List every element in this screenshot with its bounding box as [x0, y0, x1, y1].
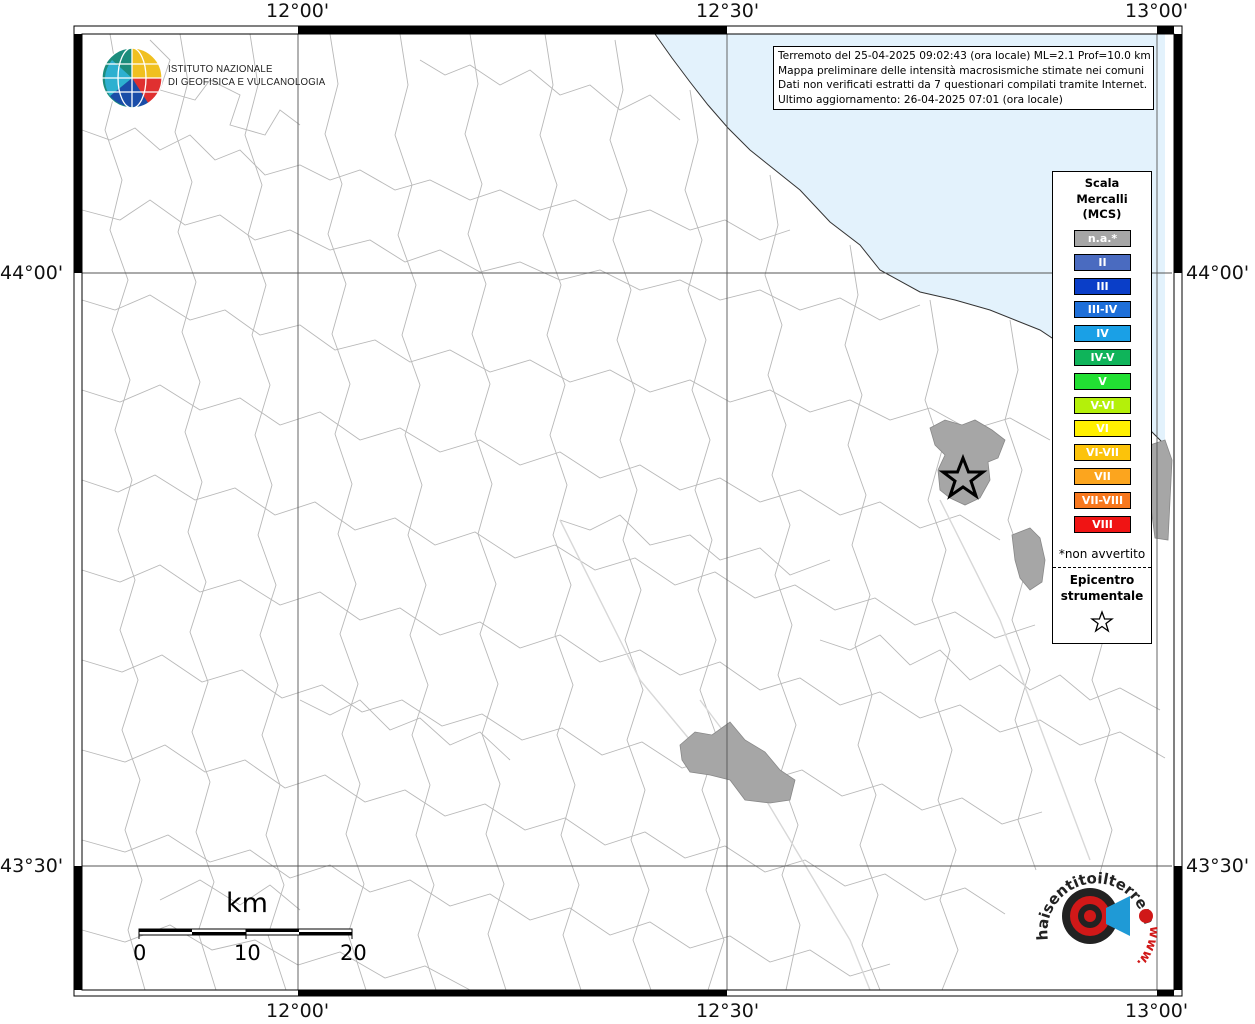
lat-label-left-43-30: 43°30'	[0, 855, 64, 877]
scale-tick-20: 20	[340, 941, 367, 965]
event-info-line1: Terremoto del 25-04-2025 09:02:43 (ora l…	[778, 50, 1151, 62]
municipality-area-coast[interactable]	[1149, 439, 1173, 541]
haisentito-logo[interactable]: haisentitoilterremoto.it www.	[1027, 852, 1161, 984]
scale-tick-10: 10	[234, 941, 261, 965]
legend-star-icon	[1090, 610, 1114, 633]
lat-label-left-44-00: 44°00'	[0, 262, 64, 284]
lon-label-bottom-12-00: 12°00'	[266, 1000, 330, 1022]
legend-title: Scala Mercalli (MCS)	[1076, 176, 1128, 221]
scale-tick-0: 0	[133, 941, 147, 965]
legend-item-8: VI	[1074, 420, 1131, 438]
lon-label-top-12-30: 12°30'	[696, 0, 760, 22]
scale-unit: km	[226, 888, 268, 919]
municipality-area-south[interactable]	[679, 721, 796, 804]
haisentito-logo-graphic: haisentitoilterremoto.it www.	[1027, 852, 1161, 970]
haisentito-www: www.	[1133, 926, 1161, 970]
lon-label-top-12-00: 12°00'	[266, 0, 330, 22]
lon-label-bottom-12-30: 12°30'	[696, 1000, 760, 1022]
legend-item-2: III	[1074, 277, 1131, 295]
legend-item-6: V	[1074, 372, 1131, 390]
legend-item-4: IV	[1074, 325, 1131, 343]
ingv-name-line2: DI GEOFISICA E VULCANOLOGIA	[168, 76, 326, 88]
lon-label-bottom-13-00: 13°00'	[1125, 1000, 1189, 1022]
legend-item-5: IV-V	[1074, 349, 1131, 366]
legend-non-avvertito: *non avvertito	[1058, 547, 1146, 561]
event-info-line3: Dati non verificati estratti da 7 questi…	[778, 79, 1148, 91]
municipality-area-east[interactable]	[1011, 527, 1046, 591]
roads	[559, 499, 1091, 991]
mcs-legend: Scala Mercalli (MCS) n.a.* II III III-IV IV I…	[1052, 171, 1152, 644]
legend-item-0: n.a.*	[1074, 230, 1131, 247]
legend-item-9: VI-VII	[1074, 444, 1131, 462]
scale-bar: km 0 10 20	[130, 888, 370, 968]
legend-item-1: II	[1074, 253, 1131, 271]
legend-item-7: V-VI	[1074, 396, 1131, 414]
ingv-name-line1: ISTITUTO NAZIONALE	[168, 63, 273, 75]
lon-label-top-13-00: 13°00'	[1125, 0, 1189, 22]
legend-item-10: VII	[1074, 468, 1131, 485]
legend-item-3: III-IV	[1074, 301, 1131, 319]
event-info-line4: Ultimo aggiornamento: 26-04-2025 07:01 (…	[778, 93, 1063, 106]
legend-separator	[1053, 567, 1151, 568]
svg-text:www.: www.	[1133, 926, 1160, 970]
lat-label-right-44-00: 44°00'	[1186, 262, 1250, 284]
scale-bar-graphic	[138, 928, 353, 939]
lat-label-right-43-30: 43°30'	[1186, 855, 1250, 877]
legend-item-11: VII-VIII	[1074, 491, 1131, 509]
event-info-line2: Mappa preliminare delle intensità macros…	[778, 64, 1145, 77]
ingv-globe-icon	[101, 47, 163, 109]
legend-epicentro: Epicentro strumentale	[1060, 573, 1144, 603]
municipality-area-epicentral[interactable]	[929, 419, 1006, 506]
event-info-box: Terremoto del 25-04-2025 09:02:43 (ora l…	[773, 46, 1154, 110]
ingv-logo: ISTITUTO NAZIONALE DI GEOFISICA E VULCAN…	[100, 46, 325, 110]
legend-item-12: VIII	[1074, 515, 1131, 533]
